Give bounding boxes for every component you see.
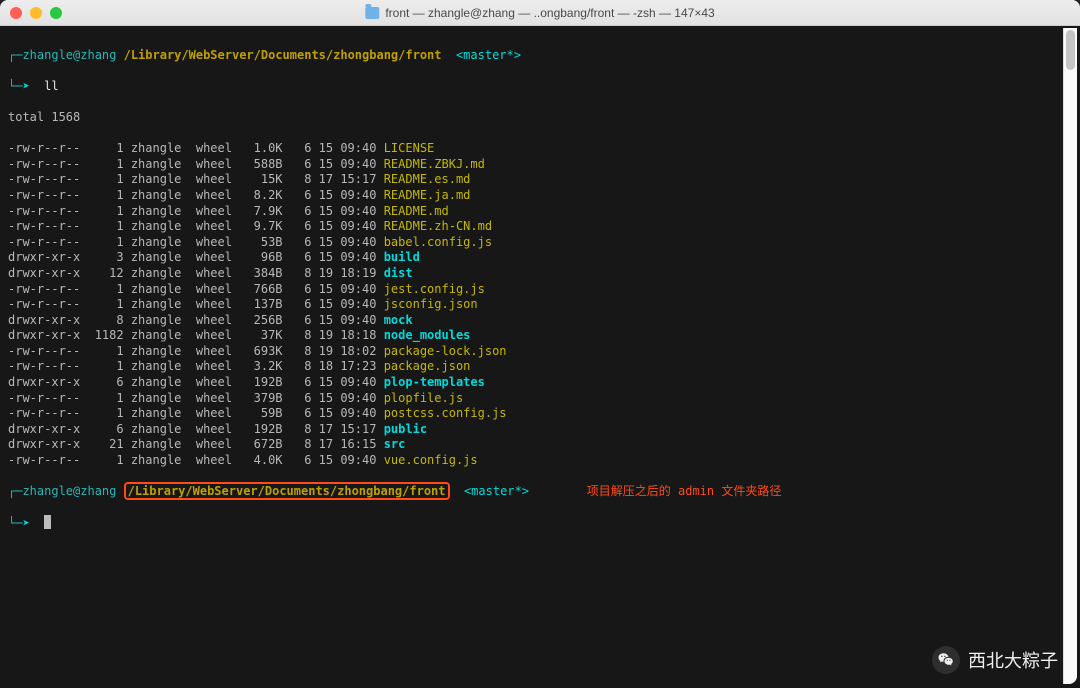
file-name: README.md — [384, 204, 449, 218]
file-row: -rw-r--r-- 1 zhangle wheel 4.0K 6 15 09:… — [8, 453, 1074, 469]
file-row: -rw-r--r-- 1 zhangle wheel 59B 6 15 09:4… — [8, 406, 1074, 422]
terminal-window: front — zhangle@zhang — ..ongbang/front … — [0, 0, 1080, 688]
terminal-viewport[interactable]: ┌─zhangle@zhang /Library/WebServer/Docum… — [0, 26, 1080, 688]
file-row: -rw-r--r-- 1 zhangle wheel 9.7K 6 15 09:… — [8, 219, 1074, 235]
file-name: README.ja.md — [384, 188, 471, 202]
file-row: drwxr-xr-x 3 zhangle wheel 96B 6 15 09:4… — [8, 250, 1074, 266]
prompt-branch: <master*> — [464, 484, 529, 498]
scrollbar[interactable] — [1063, 28, 1077, 684]
file-row: drwxr-xr-x 8 zhangle wheel 256B 6 15 09:… — [8, 313, 1074, 329]
file-name: vue.config.js — [384, 453, 478, 467]
file-row: -rw-r--r-- 1 zhangle wheel 379B 6 15 09:… — [8, 391, 1074, 407]
file-row: -rw-r--r-- 1 zhangle wheel 15K 8 17 15:1… — [8, 172, 1074, 188]
file-row: -rw-r--r-- 1 zhangle wheel 766B 6 15 09:… — [8, 282, 1074, 298]
file-name: README.zh-CN.md — [384, 219, 492, 233]
file-name: babel.config.js — [384, 235, 492, 249]
file-name: plopfile.js — [384, 391, 463, 405]
file-name: dist — [384, 266, 413, 280]
close-icon[interactable] — [10, 7, 22, 19]
scrollbar-thumb[interactable] — [1066, 30, 1075, 70]
folder-icon — [365, 7, 379, 19]
prompt-user: zhangle@zhang — [22, 484, 116, 498]
total-line: total 1568 — [8, 110, 1074, 126]
command-line: └─➤ ll — [8, 79, 1074, 95]
file-name: README.ZBKJ.md — [384, 157, 485, 171]
file-row: -rw-r--r-- 1 zhangle wheel 8.2K 6 15 09:… — [8, 188, 1074, 204]
file-row: -rw-r--r-- 1 zhangle wheel 588B 6 15 09:… — [8, 157, 1074, 173]
file-name: src — [384, 437, 406, 451]
file-name: LICENSE — [384, 141, 435, 155]
file-row: -rw-r--r-- 1 zhangle wheel 53B 6 15 09:4… — [8, 235, 1074, 251]
file-row: -rw-r--r-- 1 zhangle wheel 7.9K 6 15 09:… — [8, 204, 1074, 220]
file-name: package-lock.json — [384, 344, 507, 358]
prompt-path: /Library/WebServer/Documents/zhongbang/f… — [124, 48, 442, 62]
file-row: -rw-r--r-- 1 zhangle wheel 3.2K 8 18 17:… — [8, 359, 1074, 375]
file-name: README.es.md — [384, 172, 471, 186]
command-line[interactable]: └─➤ — [8, 515, 1074, 532]
file-row: -rw-r--r-- 1 zhangle wheel 693K 8 19 18:… — [8, 344, 1074, 360]
titlebar: front — zhangle@zhang — ..ongbang/front … — [0, 0, 1080, 26]
cursor-icon — [44, 515, 51, 529]
file-name: build — [384, 250, 420, 264]
path-annotation: 项目解压之后的 admin 文件夹路径 — [587, 484, 782, 498]
file-name: jest.config.js — [384, 282, 485, 296]
prompt-user: zhangle@zhang — [22, 48, 116, 62]
file-listing: -rw-r--r-- 1 zhangle wheel 1.0K 6 15 09:… — [8, 141, 1074, 468]
file-name: plop-templates — [384, 375, 485, 389]
file-row: drwxr-xr-x 21 zhangle wheel 672B 8 17 16… — [8, 437, 1074, 453]
prompt-line: ┌─zhangle@zhang /Library/WebServer/Docum… — [8, 48, 1074, 64]
prompt-branch: <master*> — [456, 48, 521, 62]
file-name: node_modules — [384, 328, 471, 342]
window-title-text: front — zhangle@zhang — ..ongbang/front … — [385, 6, 714, 20]
maximize-icon[interactable] — [50, 7, 62, 19]
file-name: public — [384, 422, 427, 436]
wechat-icon — [932, 646, 960, 674]
watermark: 西北大粽子 — [932, 646, 1058, 674]
file-row: drwxr-xr-x 12 zhangle wheel 384B 8 19 18… — [8, 266, 1074, 282]
file-row: drwxr-xr-x 6 zhangle wheel 192B 6 15 09:… — [8, 375, 1074, 391]
file-name: jsconfig.json — [384, 297, 478, 311]
annotated-path: /Library/WebServer/Documents/zhongbang/f… — [124, 482, 450, 500]
file-name: postcss.config.js — [384, 406, 507, 420]
prompt-line: ┌─zhangle@zhang /Library/WebServer/Docum… — [8, 484, 1074, 500]
file-row: -rw-r--r-- 1 zhangle wheel 1.0K 6 15 09:… — [8, 141, 1074, 157]
traffic-lights — [10, 7, 62, 19]
file-name: mock — [384, 313, 413, 327]
minimize-icon[interactable] — [30, 7, 42, 19]
watermark-text: 西北大粽子 — [968, 647, 1058, 673]
window-title: front — zhangle@zhang — ..ongbang/front … — [365, 6, 714, 20]
file-row: drwxr-xr-x 1182 zhangle wheel 37K 8 19 1… — [8, 328, 1074, 344]
file-row: drwxr-xr-x 6 zhangle wheel 192B 8 17 15:… — [8, 422, 1074, 438]
file-row: -rw-r--r-- 1 zhangle wheel 137B 6 15 09:… — [8, 297, 1074, 313]
file-name: package.json — [384, 359, 471, 373]
command-text: ll — [44, 79, 58, 93]
